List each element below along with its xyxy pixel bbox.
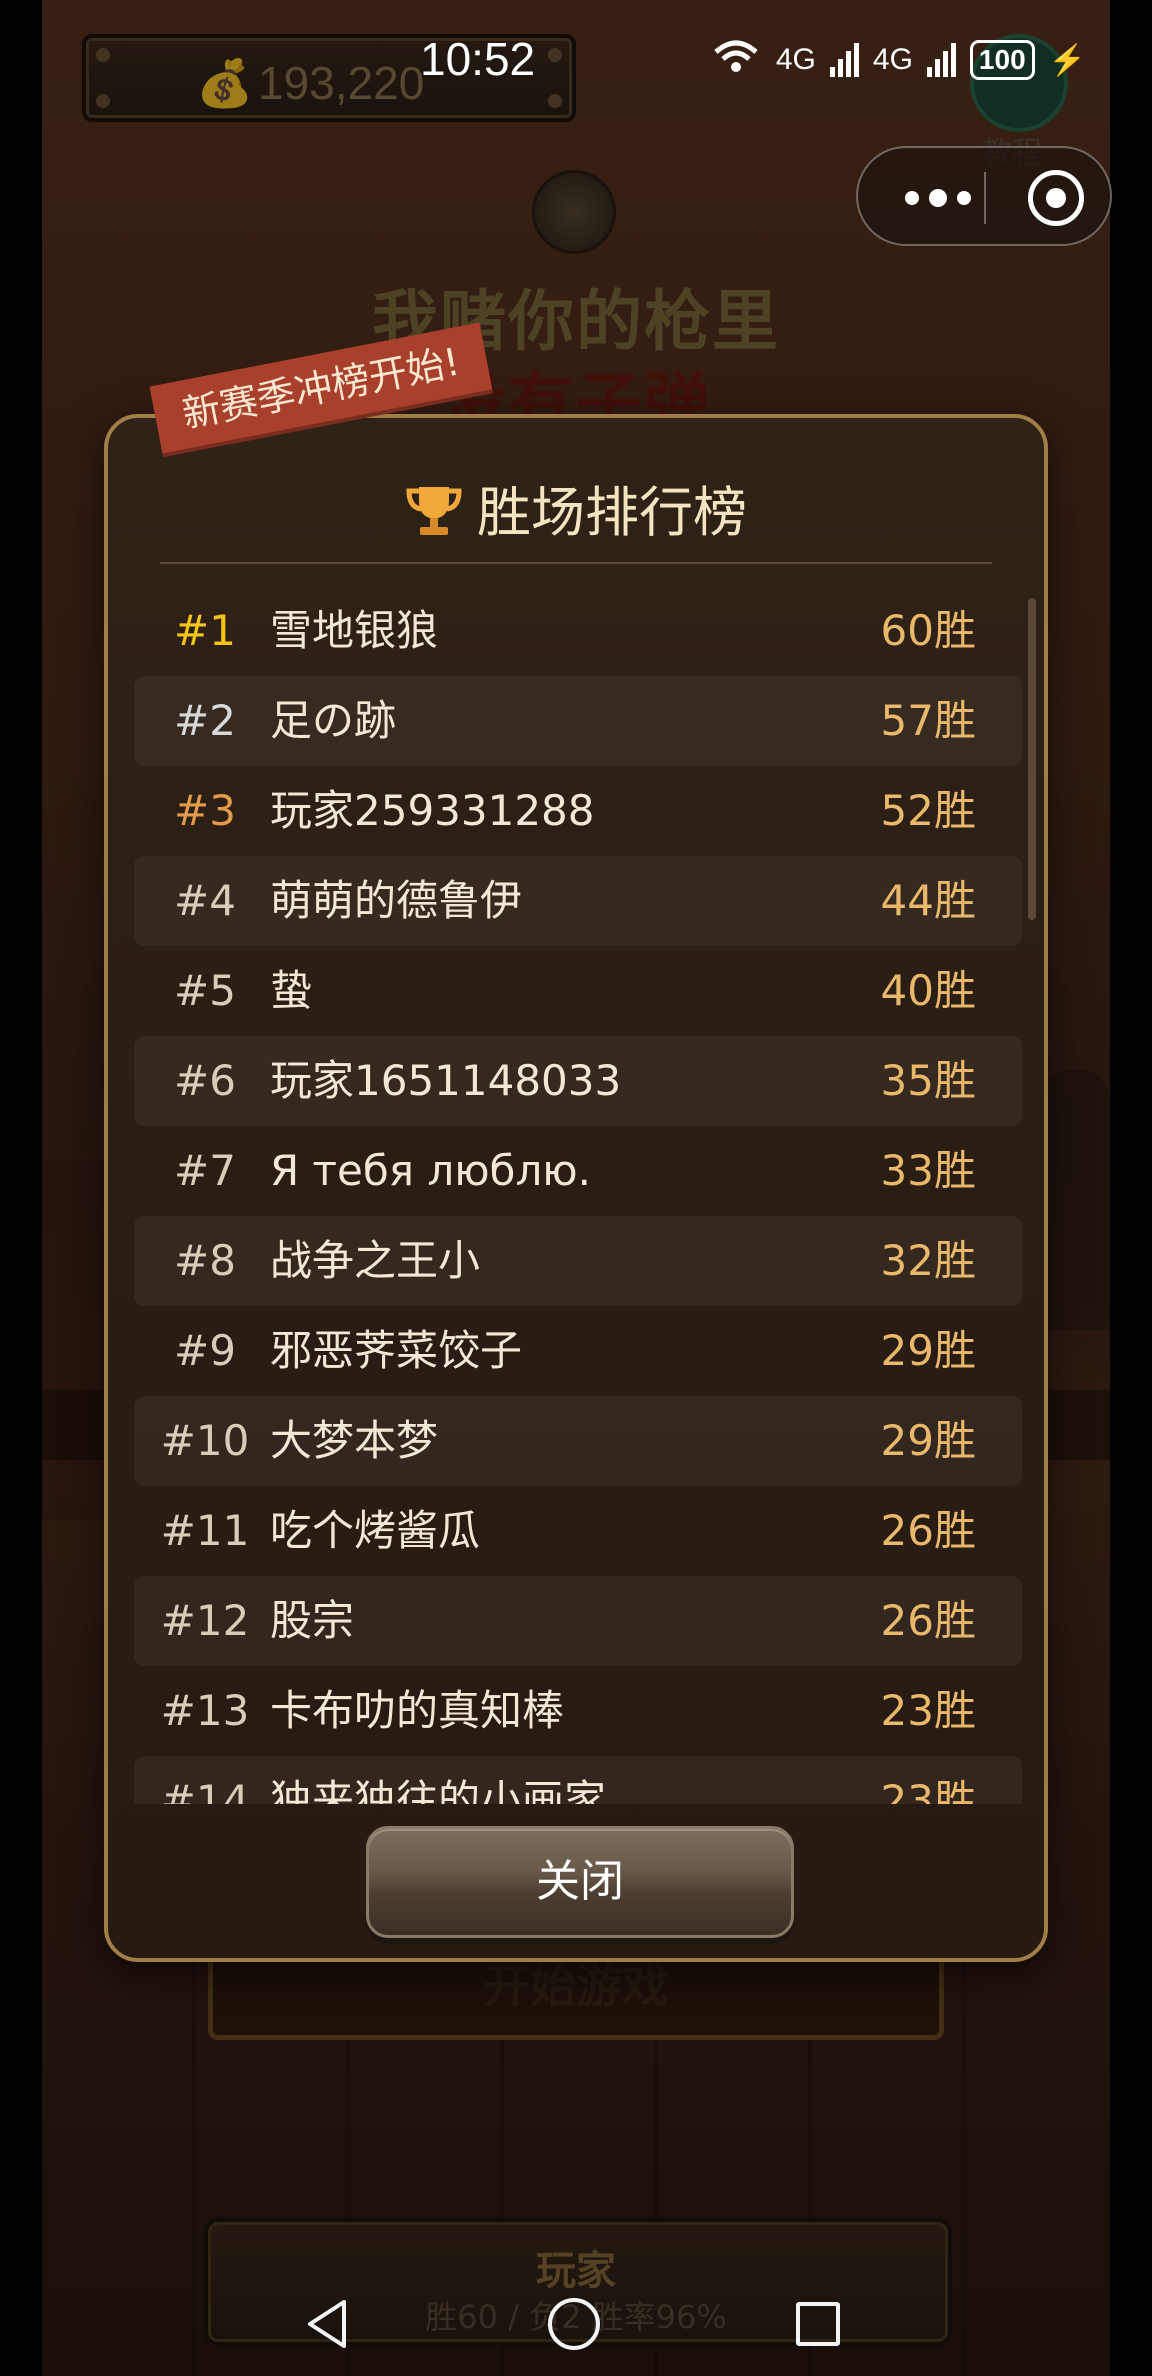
leaderboard-list[interactable]: #1 雪地银狼 60胜 #2 足の跡 57胜 #3 玩家259331288 52胜 #4 萌萌的德鲁… xyxy=(134,586,1022,1804)
row-player-name: Я тебя люблю. xyxy=(270,1146,592,1195)
row-player-name: 邪恶荠菜饺子 xyxy=(270,1326,523,1375)
back-triangle-icon[interactable] xyxy=(300,2296,356,2356)
row-rank: #13 xyxy=(160,1686,250,1735)
row-player-name: 卡布叻的真知棒 xyxy=(270,1686,565,1735)
row-player-name: 大梦本梦 xyxy=(270,1416,439,1465)
row-player-name: 足の跡 xyxy=(270,696,397,745)
row-player-name: 蛰 xyxy=(270,966,313,1015)
leaderboard-row: #7 Я тебя люблю. 33胜 xyxy=(134,1126,1022,1216)
row-wins: 29胜 xyxy=(880,1416,976,1465)
leaderboard-row: #4 萌萌的德鲁伊 44胜 xyxy=(134,856,1022,946)
leaderboard-row: #12 股宗 26胜 xyxy=(134,1576,1022,1666)
leaderboard-row: #1 雪地银狼 60胜 xyxy=(134,586,1022,676)
row-rank: #12 xyxy=(160,1596,250,1645)
status-icons: 4G 4G 100 ⚡ xyxy=(710,36,1086,84)
row-player-name: 股宗 xyxy=(270,1596,355,1645)
row-wins: 40胜 xyxy=(880,966,976,1015)
home-circle-icon[interactable] xyxy=(548,2298,600,2350)
wifi-icon xyxy=(710,36,762,84)
scrollbar-thumb[interactable] xyxy=(1028,598,1036,920)
leaderboard-row: #13 卡布叻的真知棒 23胜 xyxy=(134,1666,1022,1756)
row-player-name: 玩家259331288 xyxy=(270,786,595,835)
leaderboard-row: #5 蛰 40胜 xyxy=(134,946,1022,1036)
row-wins: 44胜 xyxy=(880,876,976,925)
leaderboard-row: #14 独来独往的小画家 23胜 xyxy=(134,1756,1022,1804)
battery-level: 100 xyxy=(969,40,1035,80)
row-wins: 23胜 xyxy=(880,1686,976,1735)
row-rank: #4 xyxy=(174,876,236,925)
leaderboard-title-row: 胜场排行榜 xyxy=(108,468,1044,552)
leaderboard-row: #8 战争之王小 32胜 xyxy=(134,1216,1022,1306)
leaderboard-row: #3 玩家259331288 52胜 xyxy=(134,766,1022,856)
row-wins: 26胜 xyxy=(880,1506,976,1555)
target-close-icon[interactable] xyxy=(1028,170,1084,226)
leaderboard-title: 胜场排行榜 xyxy=(477,481,747,544)
row-wins: 26胜 xyxy=(880,1596,976,1645)
row-wins: 32胜 xyxy=(880,1236,976,1285)
recent-square-icon[interactable] xyxy=(796,2302,840,2346)
leaderboard-row: #6 玩家1651148033 35胜 xyxy=(134,1036,1022,1126)
signal-label-1: 4G xyxy=(775,43,816,76)
row-rank: #3 xyxy=(174,786,236,835)
row-player-name: 战争之王小 xyxy=(270,1236,481,1285)
row-rank: #14 xyxy=(160,1776,250,1804)
row-rank: #10 xyxy=(160,1416,250,1465)
row-player-name: 吃个烤酱瓜 xyxy=(270,1506,481,1555)
row-player-name: 玩家1651148033 xyxy=(270,1056,622,1105)
leaderboard-row: #10 大梦本梦 29胜 xyxy=(134,1396,1022,1486)
leaderboard-row: #9 邪恶荠菜饺子 29胜 xyxy=(134,1306,1022,1396)
charging-icon: ⚡ xyxy=(1048,43,1086,77)
row-rank: #2 xyxy=(174,696,236,745)
row-wins: 35胜 xyxy=(880,1056,976,1105)
row-player-name: 萌萌的德鲁伊 xyxy=(270,876,523,925)
row-wins: 57胜 xyxy=(880,696,976,745)
row-wins: 33胜 xyxy=(880,1146,976,1195)
row-wins: 29胜 xyxy=(880,1326,976,1375)
leaderboard-row: #2 足の跡 57胜 xyxy=(134,676,1022,766)
capsule-divider xyxy=(984,172,986,224)
signal-bars-1-icon xyxy=(829,43,859,77)
more-dots-icon[interactable] xyxy=(888,170,988,226)
row-rank: #9 xyxy=(174,1326,236,1375)
row-rank: #1 xyxy=(174,606,236,655)
trophy-icon xyxy=(405,481,463,552)
signal-label-2: 4G xyxy=(872,43,913,76)
row-player-name: 独来独往的小画家 xyxy=(270,1776,607,1804)
row-rank: #5 xyxy=(174,966,236,1015)
row-player-name: 雪地银狼 xyxy=(270,606,439,655)
title-divider xyxy=(160,562,992,564)
leaderboard-modal: 胜场排行榜 #1 雪地银狼 60胜 #2 足の跡 57胜 #3 玩家259331288 52胜 #… xyxy=(104,414,1048,1962)
row-rank: #6 xyxy=(174,1056,236,1105)
row-wins: 23胜 xyxy=(880,1776,976,1804)
row-rank: #11 xyxy=(160,1506,250,1555)
row-wins: 60胜 xyxy=(880,606,976,655)
leaderboard-row: #11 吃个烤酱瓜 26胜 xyxy=(134,1486,1022,1576)
row-rank: #7 xyxy=(174,1146,236,1195)
signal-bars-2-icon xyxy=(926,43,956,77)
row-rank: #8 xyxy=(174,1236,236,1285)
miniprogram-capsule xyxy=(856,146,1112,246)
status-time: 10:52 xyxy=(420,33,536,85)
row-wins: 52胜 xyxy=(880,786,976,835)
close-button[interactable]: 关闭 xyxy=(366,1826,794,1938)
